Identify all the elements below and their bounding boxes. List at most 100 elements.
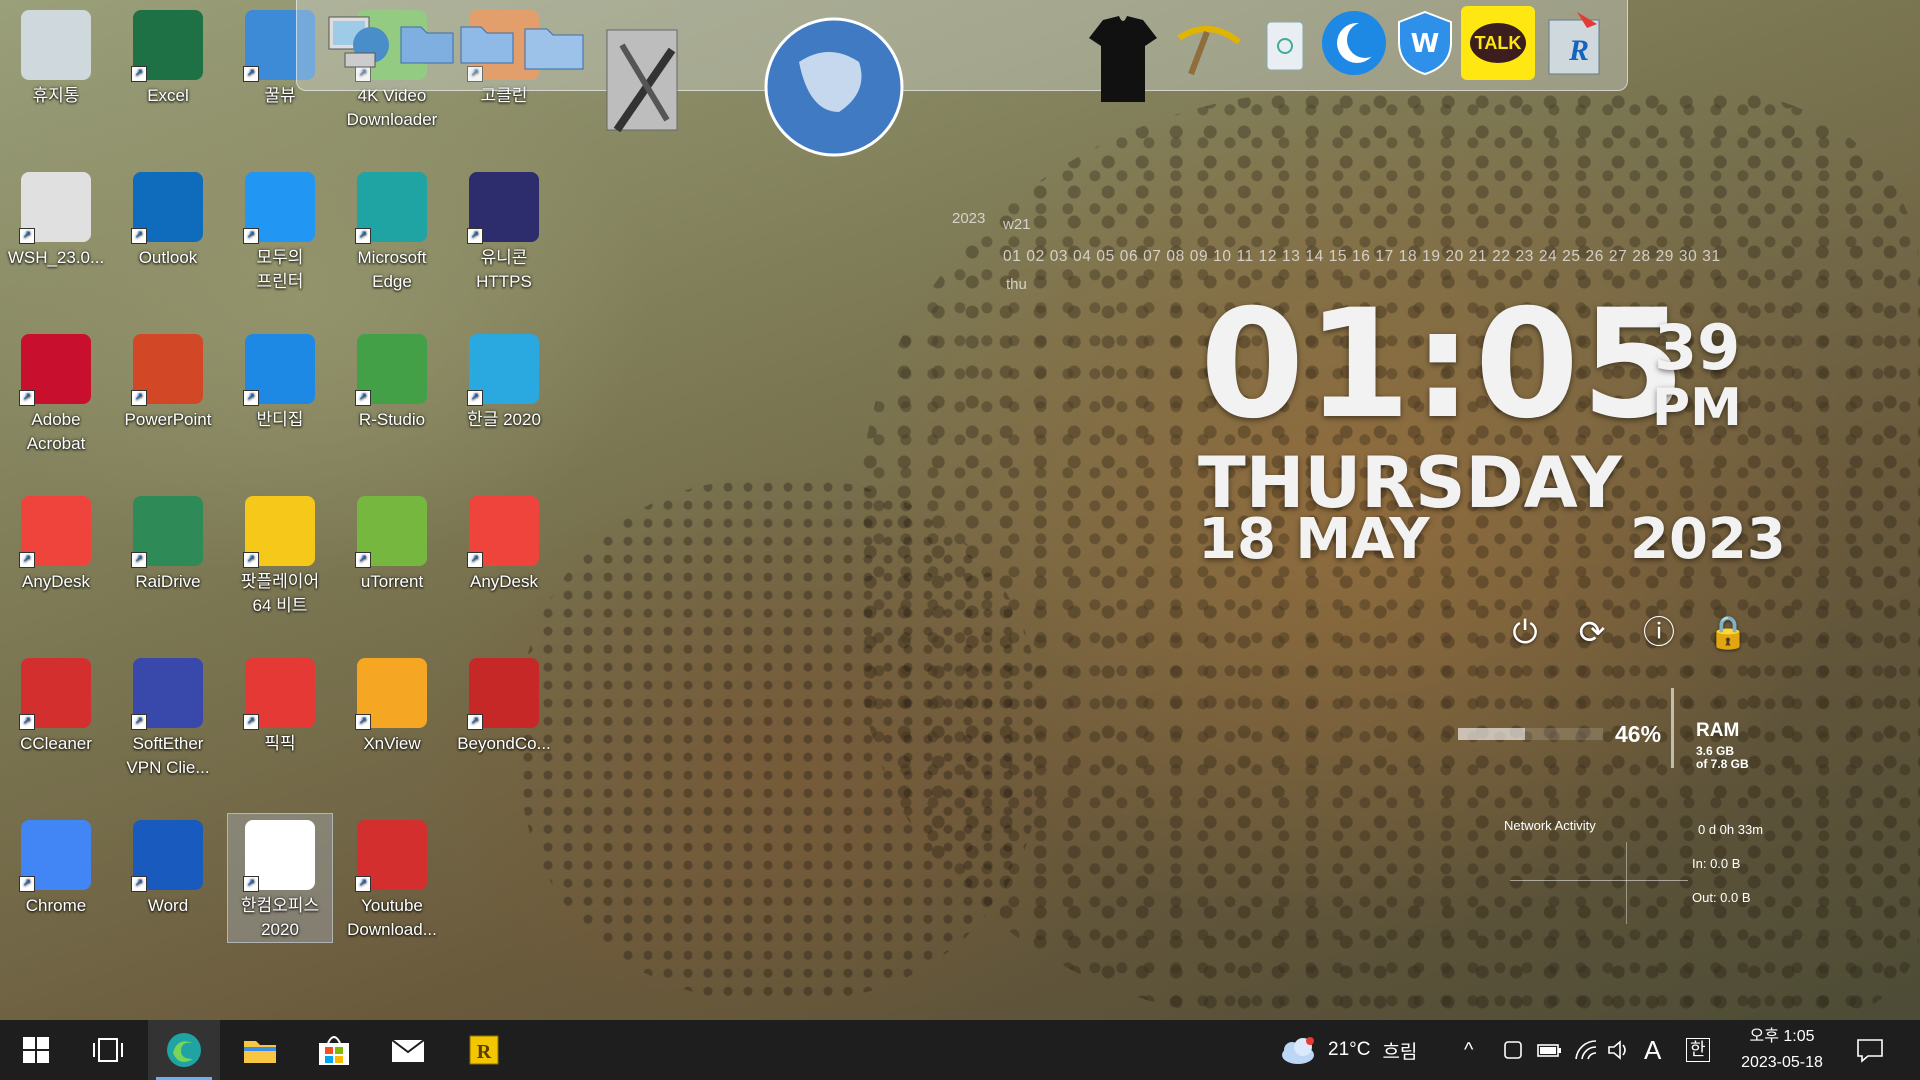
kakaotalk-icon[interactable]: TALK	[1461, 6, 1535, 80]
svg-text:W: W	[1411, 29, 1440, 59]
battery-icon[interactable]	[1536, 1020, 1562, 1080]
notification-center-button[interactable]	[1856, 1020, 1884, 1080]
ime-language-button[interactable]: 한	[1686, 1020, 1710, 1080]
recycle-bin-icon	[21, 10, 91, 80]
clock-seconds: 39	[1654, 311, 1741, 384]
anydesk-icon: ↗	[19, 496, 91, 568]
clock-year: 2023	[1630, 507, 1786, 572]
taskbar-r-app-button[interactable]: R	[448, 1020, 520, 1080]
desktop-icon[interactable]: ↗ CCleaner	[4, 652, 108, 756]
shortcut-arrow-icon: ↗	[131, 876, 147, 892]
wallpaper-leopard-cub	[520, 480, 1040, 1000]
desktop-icon[interactable]: ↗ Youtube Download...	[340, 814, 444, 942]
restart-icon[interactable]: ⟳	[1574, 614, 1610, 650]
shortcut-arrow-icon: ↗	[355, 390, 371, 406]
desktop-icon[interactable]: ↗ 모두의 프린터	[228, 166, 332, 294]
shortcut-arrow-icon: ↗	[467, 228, 483, 244]
taskbar-edge-button[interactable]	[148, 1020, 220, 1080]
taskbar-store-button[interactable]	[298, 1020, 370, 1080]
uptime: 0 d 0h 33m	[1698, 822, 1764, 837]
tray-device-icon[interactable]	[1502, 1020, 1524, 1080]
task-view-button[interactable]	[72, 1020, 144, 1080]
taskbar-clock[interactable]: 오후 1:05 2023-05-18	[1726, 1020, 1838, 1080]
desktop-icon[interactable]: ↗ 반디집	[228, 328, 332, 432]
network-graph-axis	[1626, 842, 1627, 924]
pickaxe-icon[interactable]	[1173, 18, 1243, 78]
tray-overflow-button[interactable]: ^	[1464, 1020, 1473, 1080]
taskbar-file-explorer-button[interactable]	[224, 1020, 296, 1080]
weather-widget[interactable]: 21°C 흐림	[1278, 1020, 1417, 1080]
shortcut-arrow-icon: ↗	[19, 390, 35, 406]
clock-time: 01:05	[1200, 278, 1688, 452]
desktop-icon[interactable]: ↗ 팟플레이어 64 비트	[228, 490, 332, 618]
hangul-icon: ↗	[467, 334, 539, 406]
desktop-icon-label: 반디집	[256, 410, 304, 429]
desktop-icon[interactable]: ↗ 한글 2020	[452, 328, 556, 432]
anydesk-icon: ↗	[467, 496, 539, 568]
shortcut-arrow-icon: ↗	[243, 228, 259, 244]
desktop-icon[interactable]: ↗ BeyondCo...	[452, 652, 556, 756]
ime-mode[interactable]: A	[1644, 1020, 1661, 1080]
computer-network-icon[interactable]	[325, 6, 391, 76]
outlook-icon: ↗	[131, 172, 203, 244]
trash-icon[interactable]	[1255, 12, 1315, 78]
desktop-icon-label: WSH_23.0...	[7, 248, 105, 267]
desktop-icon[interactable]: ↗ 유니콘 HTTPS	[452, 166, 556, 294]
desktop-icon[interactable]: ↗ Adobe Acrobat	[4, 328, 108, 456]
desktop-icon[interactable]: ↗ XnView	[340, 652, 444, 756]
desktop-icon[interactable]: ↗ AnyDesk	[452, 490, 556, 594]
task-view-icon	[93, 1038, 123, 1062]
r-app-icon: R	[469, 1035, 499, 1065]
wifi-icon[interactable]	[1574, 1020, 1598, 1080]
desktop-icon[interactable]: ↗ Microsoft Edge	[340, 166, 444, 294]
desktop-icon[interactable]: ↗ 한컴오피스 2020	[227, 813, 333, 943]
r-app-icon[interactable]: R	[1541, 8, 1611, 80]
desktop-icon[interactable]: ↗ WSH_23.0...	[4, 166, 108, 270]
hancom-office-icon: ↗	[243, 820, 315, 892]
desktop-icon-label: Word	[147, 896, 189, 915]
desktop-icon[interactable]: ↗ PowerPoint	[116, 328, 220, 432]
desktop-icon[interactable]: ↗ uTorrent	[340, 490, 444, 594]
desktop-icon[interactable]: ↗ Word	[116, 814, 220, 918]
windows-icon	[23, 1037, 49, 1063]
start-button[interactable]	[0, 1020, 72, 1080]
shield-icon[interactable]: W	[1393, 8, 1457, 78]
shortcut-arrow-icon: ↗	[131, 66, 147, 82]
desktop-icon[interactable]: ↗ Chrome	[4, 814, 108, 918]
desktop-icon-label: RaiDrive	[135, 572, 201, 591]
ram-bar-fill	[1458, 728, 1525, 740]
ram-percent: 46%	[1615, 721, 1662, 747]
info-icon[interactable]: ⓘ	[1641, 614, 1677, 650]
desktop-icon-label: Excel	[147, 86, 189, 105]
shortcut-arrow-icon: ↗	[19, 876, 35, 892]
taskbar-mail-button[interactable]	[372, 1020, 444, 1080]
desktop-icon[interactable]: ↗ AnyDesk	[4, 490, 108, 594]
desktop-icon-label: XnView	[363, 734, 421, 753]
volume-icon[interactable]	[1606, 1020, 1630, 1080]
desktop-icon[interactable]: ↗ Outlook	[116, 166, 220, 270]
desktop-icon-label: 모두의 프린터	[256, 248, 304, 291]
svg-text:R: R	[477, 1041, 492, 1063]
lock-icon[interactable]: 🔒	[1708, 614, 1748, 650]
desktop-icon[interactable]: ↗ SoftEther VPN Clie...	[116, 652, 220, 780]
desktop-icon-label: Outlook	[138, 248, 198, 267]
dock-folder-icon-3[interactable]	[519, 8, 589, 80]
moon-icon[interactable]	[1319, 8, 1389, 78]
tools-icon[interactable]	[587, 10, 697, 150]
desktop-icon[interactable]: ↗ R-Studio	[340, 328, 444, 432]
desktop-icon[interactable]: ↗ 픽픽	[228, 652, 332, 756]
t-shirt-icon[interactable]	[1083, 10, 1163, 110]
desktop-icon[interactable]: ↗ Excel	[116, 4, 220, 108]
dock-folder-icon-1[interactable]	[397, 8, 457, 74]
globe-icon[interactable]	[759, 12, 909, 162]
cloud-icon	[1282, 1037, 1314, 1064]
dock-folder-icon-2[interactable]	[457, 8, 517, 74]
softether-icon: ↗	[131, 658, 203, 730]
chrome-icon: ↗	[19, 820, 91, 892]
desktop-icon[interactable]: ↗ RaiDrive	[116, 490, 220, 594]
power-icon[interactable]: ⏻	[1507, 614, 1543, 650]
acrobat-icon: ↗	[19, 334, 91, 406]
desktop-icon[interactable]: 휴지통	[4, 4, 108, 108]
shortcut-arrow-icon: ↗	[131, 552, 147, 568]
edge-icon: ↗	[355, 172, 427, 244]
